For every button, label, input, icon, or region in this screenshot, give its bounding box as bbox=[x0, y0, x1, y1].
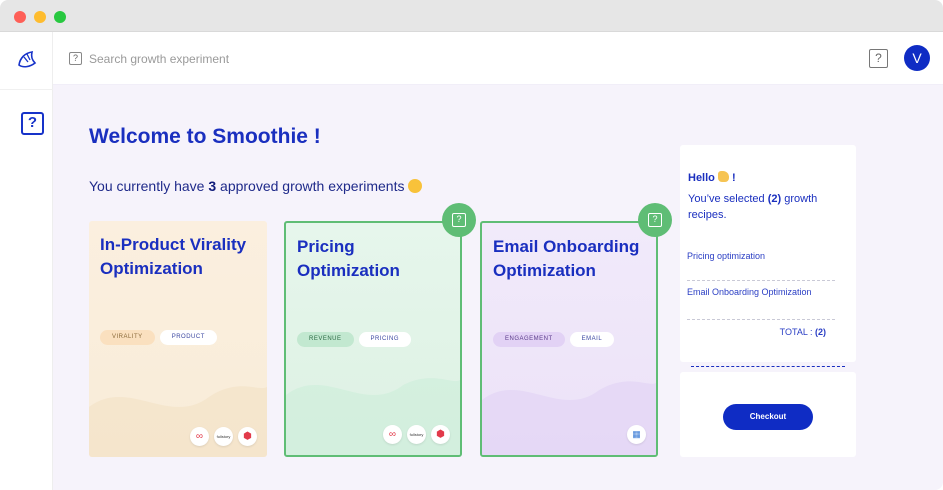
window-titlebar bbox=[0, 0, 943, 32]
top-bar: ? ? V bbox=[53, 32, 943, 85]
selected-prefix: You’ve selected bbox=[688, 193, 768, 205]
app-window: ? ? ? V Welcome to Smoothie ! You curren… bbox=[0, 0, 943, 490]
selected-badge-icon[interactable]: ? bbox=[442, 203, 476, 237]
selection-summary-panel: Hello ! You’ve selected (2) growth recip… bbox=[680, 145, 856, 362]
card-title: In-Product Virality Optimization bbox=[100, 235, 247, 278]
selected-count: (2) bbox=[767, 193, 782, 205]
checkout-button[interactable]: Checkout bbox=[723, 404, 813, 430]
card-tags: REVENUE PRICING bbox=[297, 327, 416, 347]
hello-suffix: ! bbox=[728, 172, 736, 184]
infinity-logo-icon: ∞ bbox=[190, 427, 209, 446]
card-title: Email Onboarding Optimization bbox=[493, 237, 640, 280]
smiley-emoji-icon bbox=[408, 179, 423, 193]
subtitle-suffix: approved growth experiments bbox=[216, 178, 405, 194]
tag: PRICING bbox=[358, 332, 412, 347]
tag: REVENUE bbox=[297, 332, 354, 347]
close-window-button[interactable] bbox=[14, 11, 26, 23]
cube-logo-icon: ⬢ bbox=[238, 427, 257, 446]
total-value: (2) bbox=[815, 327, 826, 337]
total-label: TOTAL : bbox=[779, 327, 815, 337]
summary-separator bbox=[691, 366, 845, 367]
divider bbox=[687, 319, 835, 320]
croissant-icon[interactable] bbox=[16, 48, 38, 70]
recipe-card-virality[interactable]: In-Product Virality Optimization VIRALIT… bbox=[89, 221, 267, 457]
tag: EMAIL bbox=[569, 332, 615, 347]
avatar[interactable]: V bbox=[904, 45, 930, 71]
infinity-logo-icon: ∞ bbox=[383, 425, 402, 444]
help-icon[interactable]: ? bbox=[869, 49, 888, 68]
card-tags: VIRALITY PRODUCT bbox=[100, 325, 222, 345]
question-box-icon: ? bbox=[648, 213, 662, 227]
card-tags: ENGAGEMENT EMAIL bbox=[493, 327, 619, 347]
page-title: Welcome to Smoothie ! bbox=[89, 125, 321, 148]
cube-logo-icon: ⬢ bbox=[431, 425, 450, 444]
integration-logos: ∞ fullstory ⬢ bbox=[190, 427, 257, 446]
fullstory-logo-icon: fullstory bbox=[214, 427, 233, 446]
search-input[interactable] bbox=[89, 49, 389, 69]
main-content: Welcome to Smoothie ! You currently have… bbox=[53, 85, 943, 490]
minimize-window-button[interactable] bbox=[34, 11, 46, 23]
tag: VIRALITY bbox=[100, 330, 155, 345]
experiments-summary-text: You currently have 3 approved growth exp… bbox=[89, 178, 423, 194]
subtitle-prefix: You currently have bbox=[89, 178, 209, 194]
hello-heading: Hello ! bbox=[688, 171, 736, 184]
intercom-logo-icon: ▦ bbox=[627, 425, 646, 444]
checkout-panel: Checkout bbox=[680, 372, 856, 457]
tag: ENGAGEMENT bbox=[493, 332, 565, 347]
recipe-card-pricing[interactable]: Pricing Optimization REVENUE PRICING ∞ fu… bbox=[284, 221, 462, 457]
fullstory-logo-icon: fullstory bbox=[407, 425, 426, 444]
sidebar: ? bbox=[0, 32, 53, 490]
selected-recipe-item[interactable]: Pricing optimization bbox=[687, 250, 835, 262]
selected-count-text: You’ve selected (2) growth recipes. bbox=[688, 191, 838, 223]
total-text: TOTAL : (2) bbox=[780, 327, 826, 337]
search-icon: ? bbox=[69, 52, 82, 65]
waving-hand-icon bbox=[717, 171, 729, 182]
integration-logos: ▦ bbox=[627, 425, 646, 444]
sidebar-divider bbox=[0, 89, 53, 90]
help-icon[interactable]: ? bbox=[21, 112, 44, 135]
selected-badge-icon[interactable]: ? bbox=[638, 203, 672, 237]
recipe-card-email-onboarding[interactable]: Email Onboarding Optimization ENGAGEMENT… bbox=[480, 221, 658, 457]
question-box-icon: ? bbox=[452, 213, 466, 227]
selected-recipe-item[interactable]: Email Onboarding Optimization bbox=[687, 286, 835, 298]
card-title: Pricing Optimization bbox=[297, 237, 400, 280]
tag: PRODUCT bbox=[159, 330, 217, 345]
integration-logos: ∞ fullstory ⬢ bbox=[383, 425, 450, 444]
zoom-window-button[interactable] bbox=[54, 11, 66, 23]
divider bbox=[687, 280, 835, 281]
approved-count: 3 bbox=[208, 178, 217, 194]
hello-text: Hello bbox=[688, 172, 715, 184]
